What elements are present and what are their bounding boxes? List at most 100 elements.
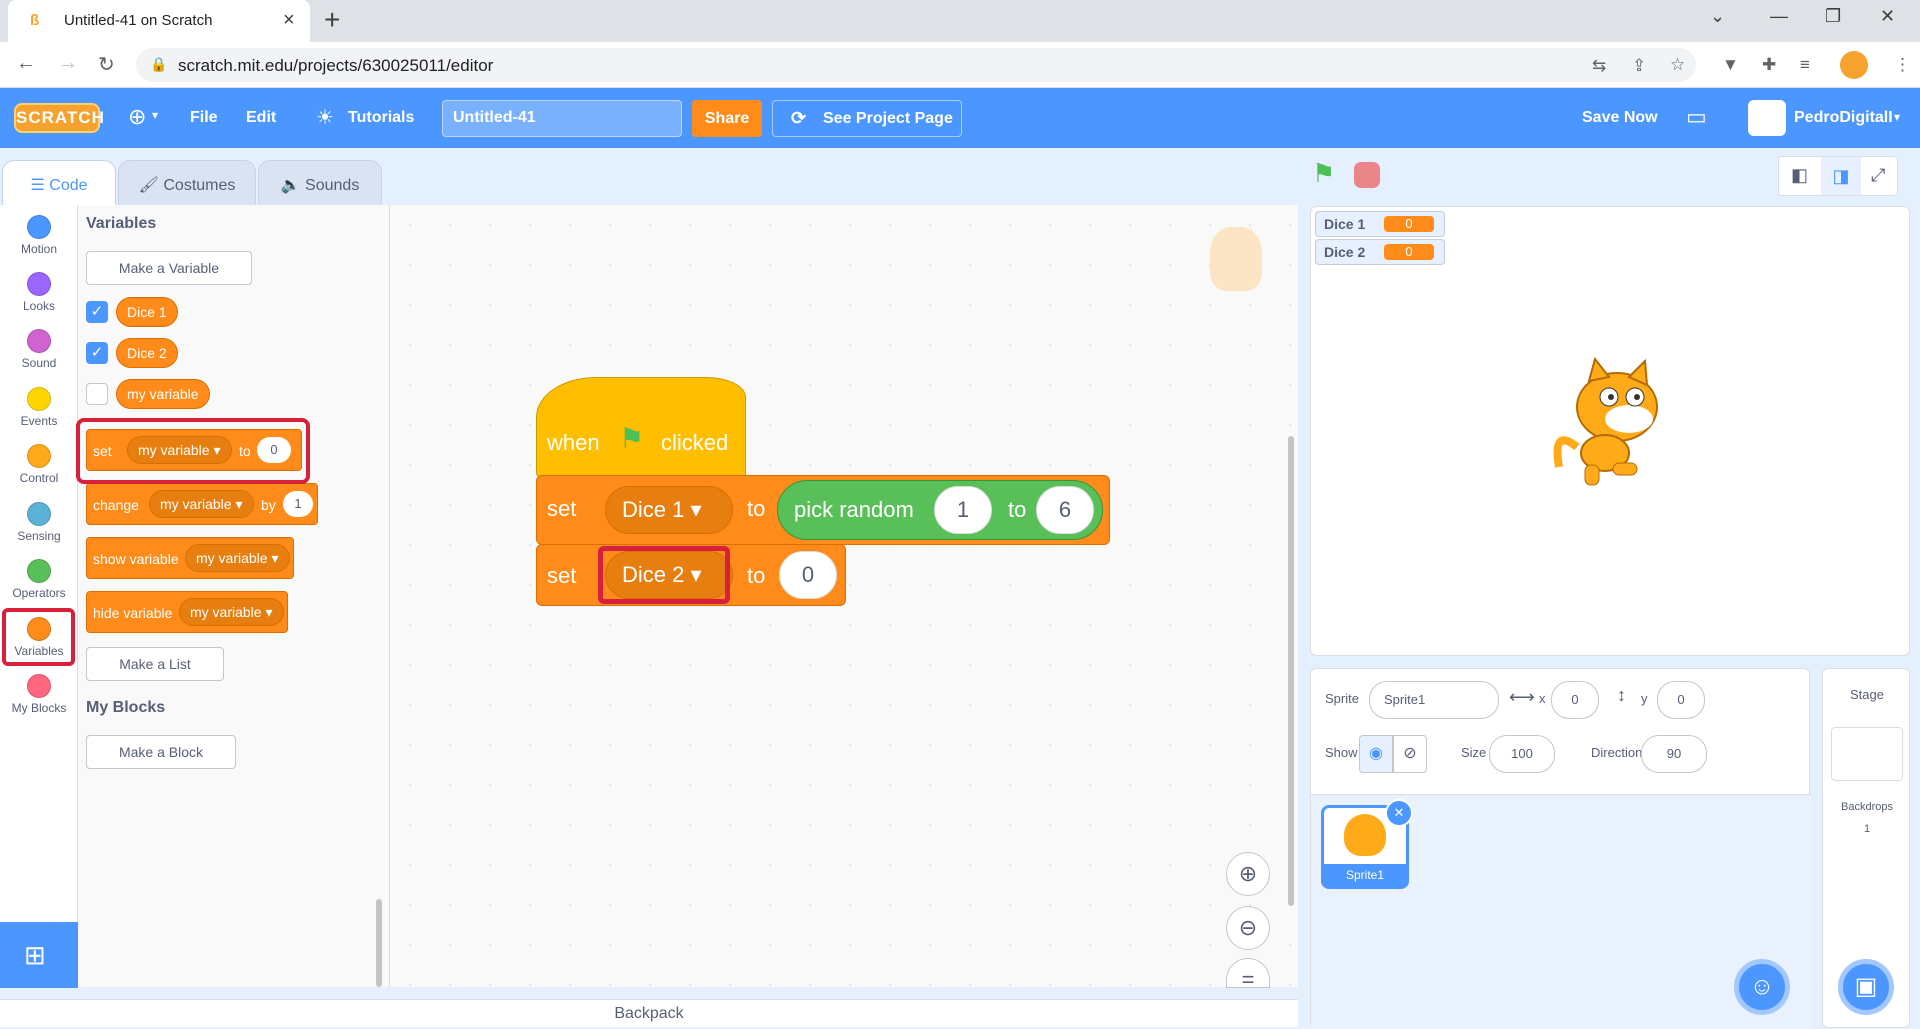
category-events[interactable]: Events [0, 377, 78, 433]
account-chevron-icon[interactable]: ▾ [1894, 110, 1900, 124]
category-sound[interactable]: Sound [0, 319, 78, 375]
tab-code-label: Code [49, 177, 88, 194]
brush-icon: 🖌 [138, 177, 164, 194]
tutorials-bulb-icon: ☀ [316, 107, 334, 129]
variable-dropdown[interactable]: my variable ▾ [149, 490, 254, 518]
events-dot-icon [27, 387, 51, 411]
extensions-puzzle-icon[interactable]: ✚ [1762, 55, 1776, 75]
forward-icon[interactable]: → [58, 52, 78, 75]
size-input[interactable]: 100 [1489, 735, 1555, 773]
profile-avatar[interactable] [1840, 51, 1868, 79]
restore-icon[interactable]: ❐ [1825, 6, 1841, 27]
zoom-out-button[interactable]: ⊖ [1226, 906, 1270, 950]
make-block-button[interactable]: Make a Block [86, 735, 236, 769]
share-page-icon[interactable]: ⇪ [1632, 56, 1646, 76]
user-avatar[interactable] [1748, 100, 1786, 136]
reload-icon[interactable]: ↻ [98, 52, 115, 77]
category-looks[interactable]: Looks [0, 262, 78, 318]
palette-scrollbar[interactable] [376, 899, 382, 987]
backpack-bar[interactable]: Backpack [0, 999, 1298, 1027]
normal-stage-icon[interactable]: ◨ [1821, 157, 1861, 195]
category-label: Events [20, 414, 58, 428]
workspace-scrollbar[interactable] [1288, 436, 1294, 906]
save-now-button[interactable]: Save Now [1582, 109, 1658, 127]
translate-icon[interactable]: ⇆ [1592, 56, 1606, 76]
omnibox[interactable]: 🔒 scratch.mit.edu/projects/630025011/edi… [136, 48, 1696, 82]
choose-backdrop-button[interactable]: ▣ [1838, 959, 1894, 1015]
dice2-checkbox[interactable]: ✓ [86, 342, 108, 364]
dice1-checkbox[interactable]: ✓ [86, 301, 108, 323]
language-globe-icon[interactable]: ⊕ [128, 104, 146, 130]
choose-sprite-button[interactable]: ☺ [1734, 959, 1790, 1015]
dice1-reporter[interactable]: Dice 1 [116, 297, 178, 327]
random-to-input[interactable]: 6 [1036, 486, 1094, 534]
scratch-logo[interactable]: SCRATCH [14, 103, 104, 133]
x-input[interactable]: 0 [1551, 681, 1599, 719]
browser-tab[interactable]: ß Untitled-41 on Scratch × [8, 0, 310, 42]
category-operators[interactable]: Operators [0, 549, 78, 605]
show-variable-block[interactable]: show variable my variable ▾ [86, 537, 294, 579]
new-tab-icon[interactable]: + [324, 4, 340, 36]
window-close-icon[interactable]: ✕ [1880, 6, 1895, 27]
set-dice1-block[interactable]: set Dice 1 ▾ to pick random 1 to 6 [536, 475, 1110, 545]
sprite-name-input[interactable]: Sprite1 [1369, 681, 1499, 719]
category-sensing[interactable]: Sensing [0, 492, 78, 548]
scratch-cat-sprite[interactable] [1547, 357, 1677, 487]
extension-v-icon[interactable]: ▼ [1722, 55, 1739, 75]
chrome-menu-icon[interactable]: ⋮ [1894, 55, 1911, 75]
dice2-monitor[interactable]: Dice 2 0 [1315, 239, 1445, 265]
green-flag-icon[interactable]: ⚑ [1312, 158, 1335, 189]
variable-dropdown[interactable]: my variable ▾ [179, 598, 284, 626]
when-flag-clicked-block[interactable]: when ⚑ clicked [536, 377, 746, 477]
zoom-in-button[interactable]: ⊕ [1226, 852, 1270, 896]
fullscreen-icon[interactable]: ⤢ [1871, 165, 1885, 186]
category-motion[interactable]: Motion [0, 205, 78, 261]
hide-eye-slash-icon[interactable]: ⊘ [1393, 735, 1427, 773]
share-button[interactable]: Share [692, 100, 762, 137]
variable-dropdown[interactable]: my variable ▾ [185, 544, 290, 572]
bookmark-star-icon[interactable]: ☆ [1670, 55, 1685, 75]
see-project-page-button[interactable]: ⟳ See Project Page [772, 100, 962, 137]
tutorials-menu[interactable]: Tutorials [348, 109, 414, 127]
stage-canvas[interactable]: Dice 1 0 Dice 2 0 [1310, 206, 1910, 656]
project-title-input[interactable]: Untitled-41 [442, 100, 682, 137]
hide-variable-block[interactable]: hide variable my variable ▾ [86, 591, 288, 633]
direction-input[interactable]: 90 [1641, 735, 1707, 773]
y-input[interactable]: 0 [1657, 681, 1705, 719]
show-visible-eye-icon[interactable]: ◉ [1359, 735, 1393, 773]
script-workspace[interactable]: when ⚑ clicked set Dice 1 ▾ to pick rand… [390, 205, 1298, 987]
dice1-monitor[interactable]: Dice 1 0 [1315, 211, 1445, 237]
small-stage-icon[interactable]: ◧ [1791, 165, 1808, 186]
value-input[interactable]: 1 [283, 491, 313, 517]
username[interactable]: PedroDigitalI [1794, 109, 1893, 127]
tab-costumes[interactable]: 🖌 Costumes [118, 160, 256, 205]
tab-search-icon[interactable]: ⌄ [1710, 6, 1725, 27]
sprite-thumbnail [1344, 814, 1386, 856]
add-backdrop-image-icon: ▣ [1854, 973, 1878, 1000]
pick-random-block[interactable]: pick random 1 to 6 [777, 480, 1103, 540]
change-variable-block[interactable]: change my variable ▾ by 1 [86, 483, 318, 525]
delete-sprite-trash-icon[interactable]: ✕ [1385, 799, 1413, 827]
my-variable-reporter[interactable]: my variable [116, 379, 210, 409]
make-variable-button[interactable]: Make a Variable [86, 251, 252, 285]
back-icon[interactable]: ← [16, 52, 36, 75]
category-control[interactable]: Control [0, 434, 78, 490]
file-menu[interactable]: File [190, 109, 218, 127]
my-stuff-folder-icon[interactable]: ▭ [1686, 104, 1707, 130]
variable-dropdown[interactable]: Dice 1 ▾ [605, 486, 733, 534]
tab-sounds[interactable]: 🔈 Sounds [258, 160, 382, 205]
tab-code[interactable]: ☰ Code [2, 160, 116, 207]
random-from-input[interactable]: 1 [934, 486, 992, 534]
media-queue-icon[interactable]: ≡ [1800, 55, 1810, 75]
add-extension-button[interactable]: ⊞ [0, 922, 78, 988]
make-list-button[interactable]: Make a List [86, 647, 224, 681]
value-input[interactable]: 0 [779, 551, 837, 599]
category-my-blocks[interactable]: My Blocks [0, 664, 78, 720]
dice2-reporter[interactable]: Dice 2 [116, 338, 178, 368]
my-variable-checkbox[interactable] [86, 383, 108, 405]
close-tab-icon[interactable]: × [283, 9, 295, 32]
stop-icon[interactable] [1354, 162, 1380, 188]
edit-menu[interactable]: Edit [246, 109, 276, 127]
backdrop-thumbnail[interactable] [1831, 727, 1903, 781]
minimize-icon[interactable]: — [1770, 6, 1788, 27]
